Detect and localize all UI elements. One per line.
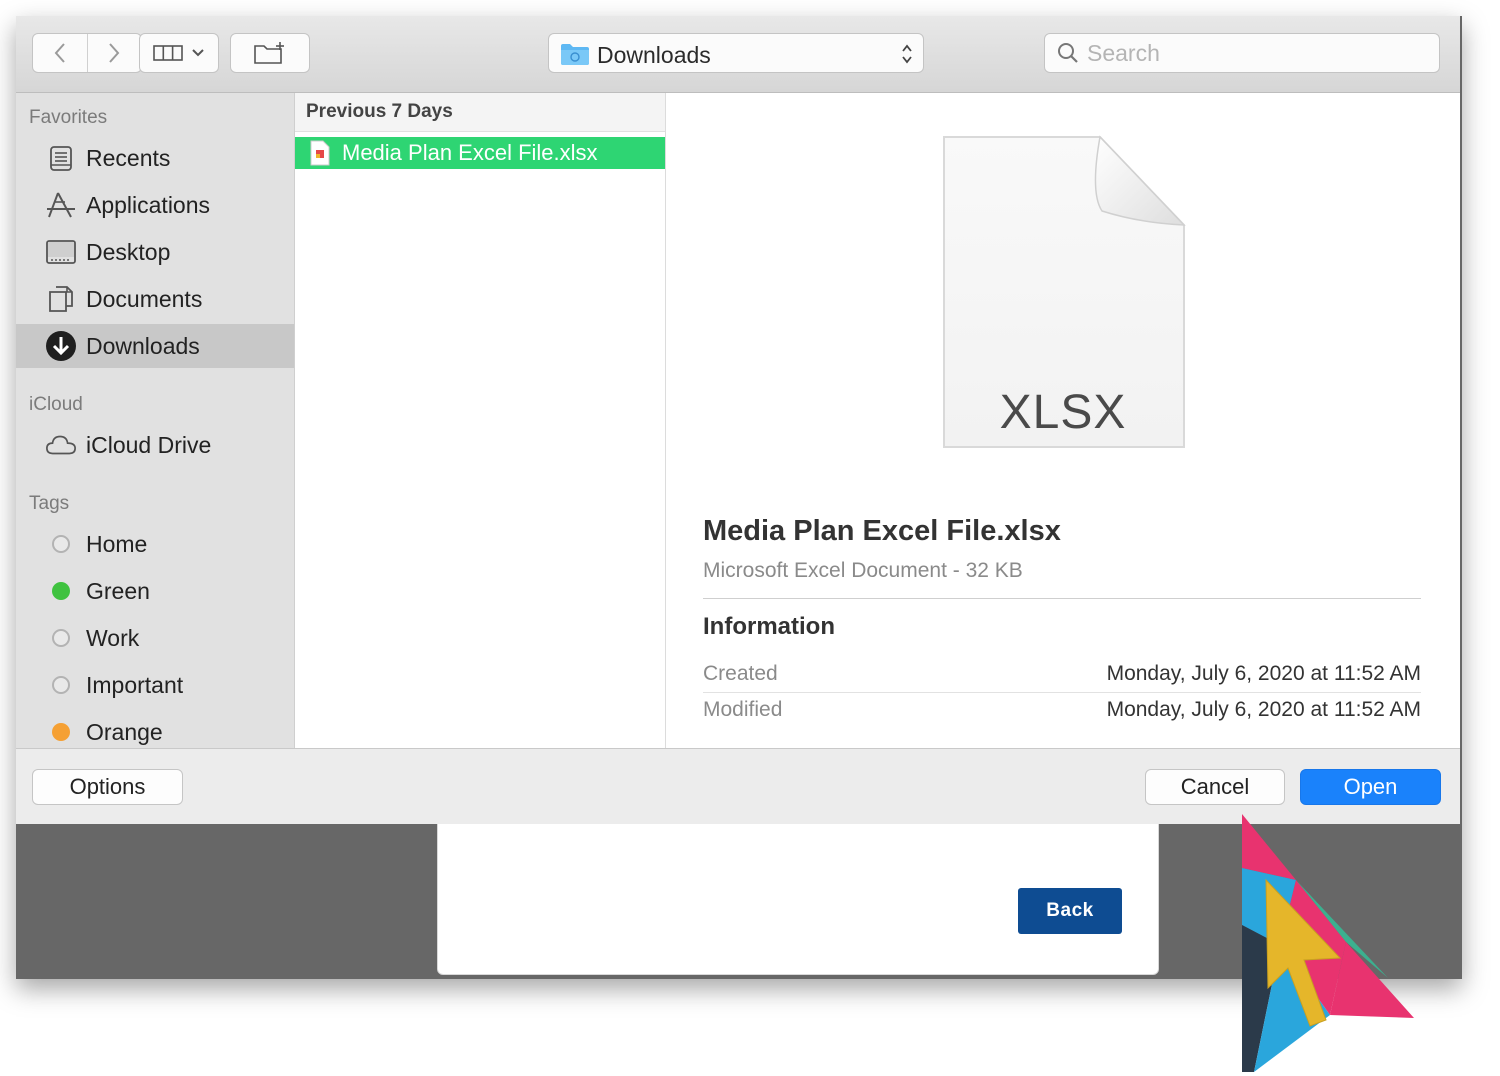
info-value: Monday, July 6, 2020 at 11:52 AM [1106, 662, 1421, 685]
divider [703, 598, 1421, 599]
tag-dot-icon [52, 535, 70, 553]
info-key: Modified [703, 698, 783, 721]
info-row-created: Created Monday, July 6, 2020 at 11:52 AM [703, 658, 1421, 692]
view-mode-button[interactable] [139, 33, 219, 73]
new-folder-button[interactable] [230, 33, 310, 73]
preview-pane: XLSX Media Plan Excel File.xlsx Microsof… [666, 93, 1460, 748]
sidebar-item-label: Desktop [86, 238, 171, 265]
sidebar-tag-work[interactable]: Work [16, 616, 294, 660]
tag-dot-icon [52, 676, 70, 694]
sidebar-tag-home[interactable]: Home [16, 522, 294, 566]
sidebar-item-label: Home [86, 530, 148, 557]
sidebar: Favorites Recents Applications Desktop D… [16, 93, 295, 748]
search-field[interactable] [1044, 33, 1440, 73]
back-nav-button[interactable] [33, 34, 87, 72]
sidebar-item-applications[interactable]: Applications [16, 183, 294, 227]
back-button[interactable]: Back [1018, 888, 1122, 934]
info-row-modified: Modified Monday, July 6, 2020 at 11:52 A… [703, 694, 1421, 728]
sidebar-item-label: Applications [86, 191, 211, 218]
recents-icon [50, 146, 72, 171]
sidebar-item-label: Documents [86, 285, 203, 312]
icloud-heading: iCloud [29, 394, 83, 415]
sidebar-item-label: Green [86, 577, 150, 604]
preview-file-extension: XLSX [999, 386, 1127, 439]
chevron-down-icon [192, 49, 204, 57]
sidebar-tag-green[interactable]: Green [16, 569, 294, 613]
nav-buttons [32, 33, 142, 73]
preview-file-kind: Microsoft Excel Document - 32 KB [703, 559, 1023, 582]
search-input[interactable] [1087, 34, 1427, 72]
sidebar-item-icloud-drive[interactable]: iCloud Drive [16, 423, 294, 467]
sidebar-item-label: iCloud Drive [86, 431, 212, 458]
sidebar-item-downloads[interactable]: Downloads [16, 324, 294, 368]
cancel-button[interactable]: Cancel [1145, 769, 1285, 805]
cloud-icon [46, 435, 76, 455]
new-folder-icon [254, 42, 284, 64]
open-button[interactable]: Open [1300, 769, 1441, 805]
chevron-right-icon [109, 43, 120, 63]
up-down-arrows-icon [902, 44, 912, 64]
sidebar-item-recents[interactable]: Recents [16, 136, 294, 180]
forward-nav-button[interactable] [86, 34, 142, 72]
chevron-left-icon [54, 43, 65, 63]
brand-logo-icon [1242, 814, 1414, 1072]
documents-icon [49, 286, 73, 312]
tag-dot-icon [52, 629, 70, 647]
sidebar-item-label: Work [86, 624, 140, 651]
info-value: Monday, July 6, 2020 at 11:52 AM [1106, 698, 1421, 721]
sidebar-item-desktop[interactable]: Desktop [16, 230, 294, 274]
column-header-label: Previous 7 Days [306, 101, 453, 122]
favorites-heading: Favorites [29, 107, 108, 128]
tags-heading: Tags [29, 493, 70, 514]
sidebar-item-label: Important [86, 671, 184, 698]
divider [703, 692, 1421, 693]
column-header: Previous 7 Days [295, 93, 665, 132]
desktop-icon [46, 240, 76, 264]
location-label: Downloads [597, 42, 711, 68]
background-card: Back [437, 818, 1159, 975]
file-column: Previous 7 Days Media Plan Excel File.xl… [295, 93, 666, 748]
sidebar-item-label: Downloads [86, 332, 200, 359]
info-key: Created [703, 662, 778, 685]
columns-view-icon [153, 45, 183, 61]
file-name: Media Plan Excel File.xlsx [342, 140, 598, 165]
tag-dot-icon [52, 582, 70, 600]
search-icon [1058, 43, 1078, 63]
sidebar-tag-important[interactable]: Important [16, 663, 294, 707]
location-popup[interactable]: Downloads [548, 33, 924, 73]
file-row[interactable]: Media Plan Excel File.xlsx [295, 137, 665, 169]
toolbar: Downloads [16, 16, 1460, 93]
preview-file-name: Media Plan Excel File.xlsx [703, 515, 1061, 547]
download-icon [46, 331, 76, 361]
applications-icon [47, 192, 75, 218]
sidebar-item-documents[interactable]: Documents [16, 277, 294, 321]
xlsx-file-icon [310, 140, 330, 166]
sidebar-item-label: Recents [86, 144, 171, 171]
sidebar-item-label: Orange [86, 718, 163, 745]
tag-dot-icon [52, 723, 70, 741]
options-button[interactable]: Options [32, 769, 183, 805]
downloads-folder-icon [561, 44, 589, 65]
information-heading: Information [703, 613, 835, 640]
open-file-dialog: Downloads Favorites Recents Applications [16, 16, 1460, 824]
